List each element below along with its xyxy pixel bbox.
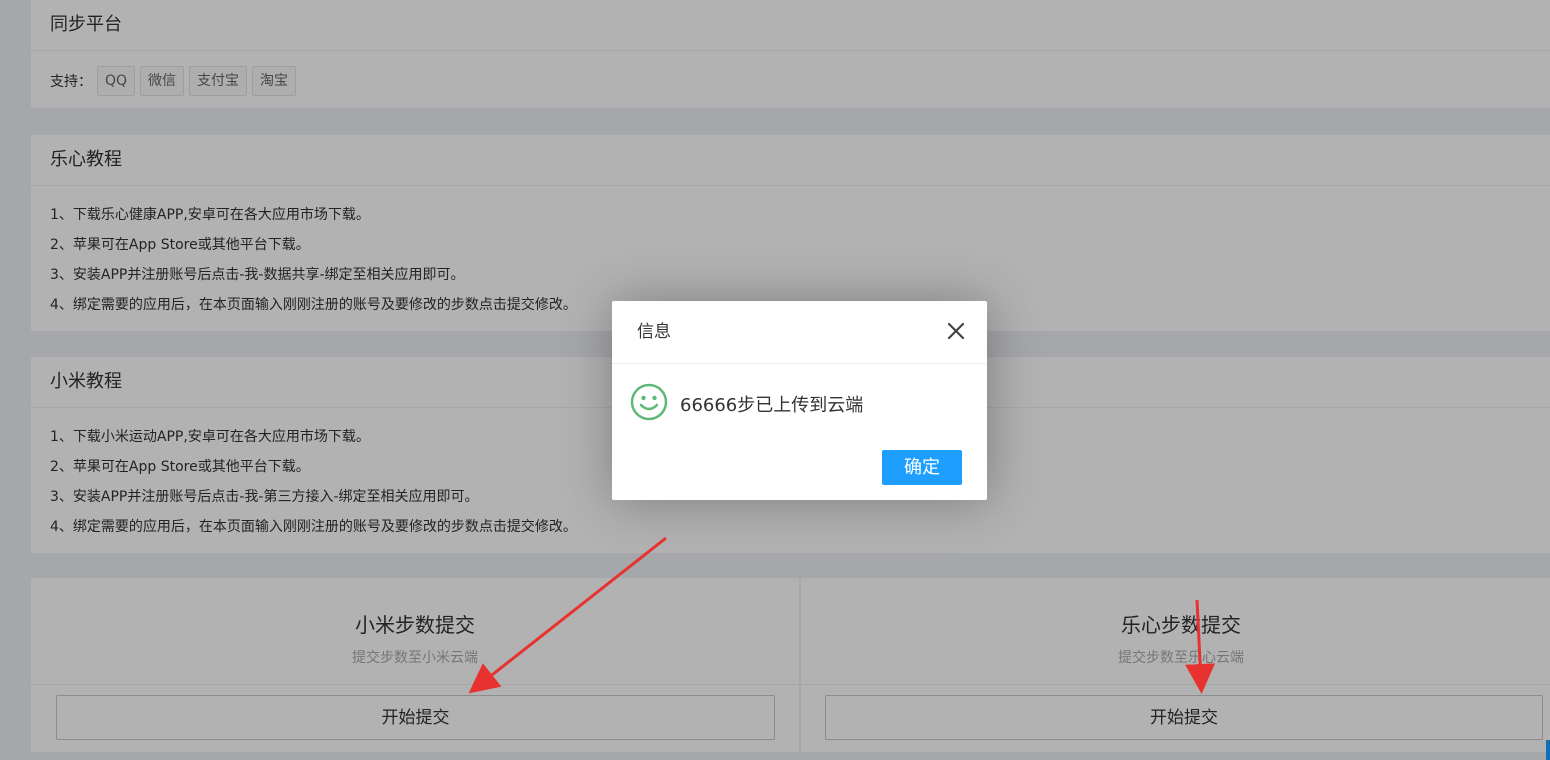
confirm-button[interactable]: 确定 (882, 450, 962, 485)
dialog-title: 信息 (612, 301, 987, 364)
dialog-body: 66666步已上传到云端 (630, 383, 863, 425)
dialog-message: 66666步已上传到云端 (680, 395, 864, 416)
info-dialog: 信息 66666步已上传到云端 确定 (612, 301, 987, 500)
smile-icon (630, 383, 668, 425)
close-icon[interactable] (945, 320, 967, 342)
